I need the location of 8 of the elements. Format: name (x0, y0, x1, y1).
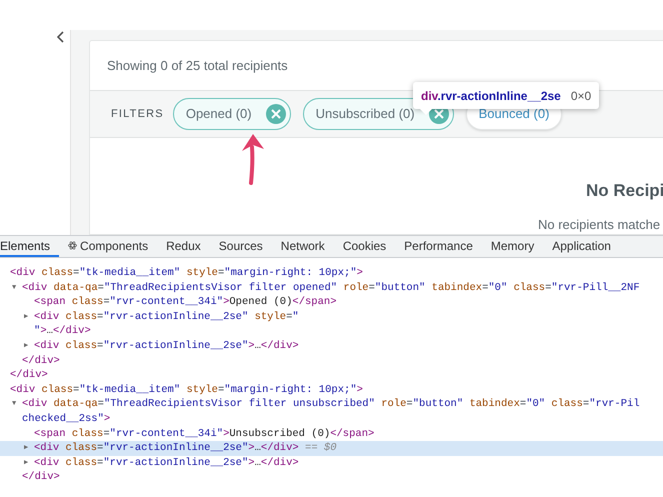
code-line: </div> (22, 470, 60, 485)
summary-text: Showing 0 of 25 total recipients (107, 56, 288, 75)
filters-label: FILTERS (111, 106, 164, 122)
empty-title: No Recipi (586, 180, 663, 202)
empty-text: No recipients matche (538, 216, 660, 234)
code-line: </div> (10, 368, 48, 383)
code-line: </div> (22, 354, 60, 368)
element-size: 0×0 (570, 88, 592, 104)
